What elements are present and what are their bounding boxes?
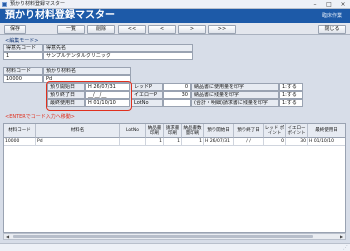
cell-lotno[interactable] — [120, 138, 146, 146]
col-invoice-print[interactable]: 請求書 印刷 — [164, 124, 182, 138]
scroll-right-icon[interactable]: ▶ — [338, 234, 345, 239]
last-used-label: 最終使用日 — [47, 99, 85, 107]
close-button[interactable]: 閉じる — [318, 25, 346, 34]
col-material-code[interactable]: 材料コード — [4, 124, 36, 138]
cell-quantity-print[interactable]: 1 — [182, 138, 204, 146]
col-start-date[interactable]: 預り開始日 — [204, 124, 234, 138]
invoice-remaining-select[interactable]: 1:する — [279, 99, 303, 107]
enter-hint: <ENTERでコード入力へ移動> — [5, 114, 75, 120]
material-code-field[interactable]: 10000 — [3, 75, 43, 83]
cell-red-point[interactable]: 0 — [264, 138, 286, 146]
col-yellow-point[interactable]: イエロー ポイント — [286, 124, 308, 138]
app-header: 預かり材料登録マスター 臨床作業 — [0, 9, 350, 23]
lotno-label: LotNo — [131, 99, 163, 107]
next-record-button[interactable]: > — [178, 25, 206, 34]
invoice-remaining-label: (合計・明細)請求書に残量を印字 — [191, 99, 279, 107]
red-point-field[interactable]: 0 — [163, 83, 191, 91]
yellow-point-label: イエローP — [131, 91, 163, 99]
app-icon — [2, 2, 7, 7]
toolbar: 保存 一覧 削除 << < > >> 閉じる — [0, 23, 350, 35]
col-lotno[interactable]: LotNo — [120, 124, 146, 138]
print-usage-label: 納品書に使用量を印字 — [191, 83, 279, 91]
col-end-date[interactable]: 預り終了日 — [234, 124, 264, 138]
col-delivery-print[interactable]: 納品書 印刷 — [146, 124, 164, 138]
last-record-button[interactable]: >> — [208, 25, 236, 34]
last-used-field: H 01/10/10 — [85, 99, 130, 107]
print-usage-select[interactable]: 1:する — [279, 83, 303, 91]
prev-record-button[interactable]: < — [148, 25, 176, 34]
red-point-label: レッドP — [131, 83, 163, 91]
scroll-thumb[interactable] — [13, 235, 313, 238]
scroll-left-icon[interactable]: ◀ — [4, 234, 11, 239]
client-code-label: 得意先コード — [3, 44, 43, 52]
horizontal-scrollbar[interactable]: ◀ ▶ — [3, 233, 346, 240]
maximize-button[interactable]: □ — [322, 0, 336, 9]
cell-last-used[interactable]: H 01/10/10 — [308, 138, 345, 146]
resize-grip-icon[interactable]: ⋰ — [343, 245, 348, 251]
cell-start-date[interactable]: H 26/07/31 — [204, 138, 234, 146]
close-window-button[interactable]: × — [336, 0, 350, 9]
material-name-field[interactable]: Pd — [43, 75, 131, 83]
col-quantity-print[interactable]: 納品書数 量印刷 — [182, 124, 204, 138]
materials-grid[interactable]: 材料コード 材料名 LotNo 納品書 印刷 請求書 印刷 納品書数 量印刷 預… — [3, 123, 346, 233]
print-remaining-select[interactable]: 1:する — [279, 91, 303, 99]
save-button[interactable]: 保存 — [4, 25, 26, 34]
yellow-point-field[interactable]: 30 — [163, 91, 191, 99]
start-date-field[interactable]: H 26/07/31 — [85, 83, 130, 91]
client-code-field[interactable]: 1 — [3, 52, 43, 60]
window-title: 預かり材料登録マスター — [10, 1, 66, 7]
cell-invoice-print[interactable]: 1 — [164, 138, 182, 146]
print-remaining-label: 納品書に残量を印字 — [191, 91, 279, 99]
cell-yellow-point[interactable]: 30 — [286, 138, 308, 146]
lotno-field[interactable] — [163, 99, 191, 107]
status-bar: ⋰ — [0, 243, 350, 251]
material-code-label: 材料コード — [3, 67, 43, 75]
cell-material-name[interactable]: Pd — [36, 138, 120, 146]
cell-material-code[interactable]: 10000 — [4, 138, 36, 146]
first-record-button[interactable]: << — [118, 25, 146, 34]
col-last-used[interactable]: 最終使用日 — [308, 124, 345, 138]
delete-button[interactable]: 削除 — [87, 25, 115, 34]
page-title: 預かり材料登録マスター — [5, 10, 115, 21]
user-label: 臨床作業 — [321, 13, 342, 19]
material-name-label: 預かり材料名 — [43, 67, 131, 75]
window-titlebar: 預かり材料登録マスター – □ × — [0, 0, 350, 9]
client-name-field[interactable]: サンプルデンタルクリニック — [43, 52, 193, 60]
client-name-label: 得意先名 — [43, 44, 193, 52]
end-date-label: 預り終了日 — [47, 91, 85, 99]
list-button[interactable]: 一覧 — [57, 25, 85, 34]
cell-end-date[interactable]: / / — [234, 138, 264, 146]
start-date-label: 預り開始日 — [47, 83, 85, 91]
cell-delivery-print[interactable]: 1 — [146, 138, 164, 146]
col-material-name[interactable]: 材料名 — [36, 124, 120, 138]
end-date-field[interactable]: __/__/__ — [85, 91, 130, 99]
minimize-button[interactable]: – — [308, 0, 322, 9]
col-red-point[interactable]: レッド ポイント — [264, 124, 286, 138]
